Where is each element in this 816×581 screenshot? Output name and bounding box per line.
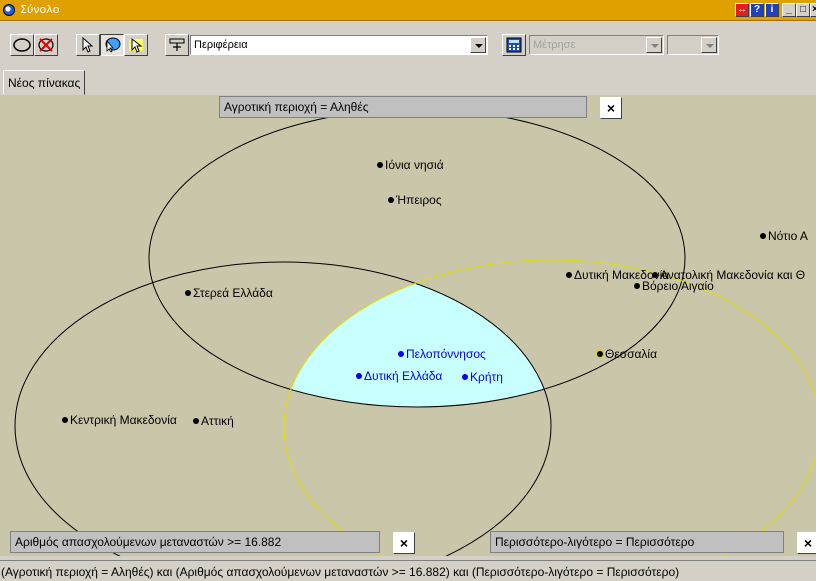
point-sterea-ellada[interactable]: Στερεά Ελλάδα: [185, 286, 273, 300]
point-marker: [62, 417, 68, 423]
tab-new-table[interactable]: Νέος πίνακας: [3, 70, 86, 95]
point-marker: [462, 374, 468, 380]
point-marker: [597, 351, 603, 357]
help-icon[interactable]: ?: [750, 3, 764, 17]
point-marker: [185, 290, 191, 296]
point-label: Κεντρική Μακεδονία: [70, 413, 177, 427]
point-peloponnisos[interactable]: Πελοπόννησος: [398, 347, 486, 361]
delete-ellipse-icon: [38, 38, 54, 52]
point-ionia[interactable]: Ιόνια νησιά: [377, 158, 444, 172]
ellipse-icon: [13, 38, 31, 52]
point-label: Πελοπόννησος: [406, 347, 486, 361]
point-marker: [398, 351, 404, 357]
point-marker: [377, 162, 383, 168]
point-attiki[interactable]: Αττική: [193, 414, 234, 428]
set-ellipse-right[interactable]: [283, 259, 816, 556]
point-label: Βόρειο Αιγαίο: [642, 279, 714, 293]
cursor-select-icon: [129, 37, 143, 53]
point-kentriki-makedonia[interactable]: Κεντρική Μακεδονία: [62, 413, 177, 427]
venn-canvas[interactable]: Αγροτική περιοχή = Αληθές × Αριθμός απασ…: [0, 95, 816, 556]
info-icon[interactable]: i: [765, 3, 779, 17]
intersection-region[interactable]: [284, 260, 816, 556]
tab-strip: Νέος πίνακας: [0, 67, 816, 95]
set-label-top[interactable]: Αγροτική περιοχή = Αληθές ×: [219, 96, 622, 119]
aggregation-select[interactable]: [667, 35, 719, 55]
chevron-down-icon[interactable]: [701, 37, 717, 53]
point-label: Αττική: [201, 414, 234, 428]
app-icon: [3, 4, 15, 16]
point-voreio-aigaio[interactable]: Βόρειο Αιγαίο: [634, 279, 714, 293]
table-filter-icon: [169, 38, 185, 51]
title-bar[interactable]: Σύνολο ↔ ? i _ □ ×: [0, 0, 816, 21]
calculator-icon: [506, 37, 522, 53]
set-label-top-text: Αγροτική περιοχή = Αληθές: [224, 100, 369, 114]
calculator-tool[interactable]: [502, 34, 526, 56]
select-region-tool[interactable]: [100, 34, 124, 56]
point-label: Νότιο Α: [768, 229, 808, 243]
point-marker: [388, 197, 394, 203]
region-select-value: Περιφέρεια: [194, 39, 248, 51]
region-select[interactable]: Περιφέρεια: [190, 35, 488, 55]
window-title: Σύνολο: [20, 3, 60, 16]
set-ellipse-left[interactable]: [14, 261, 552, 556]
maximize-button[interactable]: □: [796, 3, 810, 17]
close-icon[interactable]: ×: [600, 97, 622, 119]
point-label: Στερεά Ελλάδα: [193, 286, 273, 300]
pointer-tool[interactable]: [76, 34, 100, 56]
attribute-tool[interactable]: [165, 34, 189, 56]
point-label: Δυτική Ελλάδα: [364, 369, 443, 383]
set-label-right-text: Περισσότερο-λιγότερο = Περισσότερο: [495, 535, 695, 549]
point-notio[interactable]: Νότιο Α: [760, 229, 808, 243]
set-label-left[interactable]: Αριθμός απασχολούμενων μεταναστών >= 16.…: [10, 531, 415, 554]
point-label: Κρήτη: [470, 370, 503, 384]
close-window-button[interactable]: ×: [810, 3, 816, 17]
close-icon[interactable]: ×: [393, 532, 415, 554]
measure-select-value: Μέτρησε: [533, 39, 576, 51]
point-marker: [760, 233, 766, 239]
draw-ellipse-tool[interactable]: [10, 34, 34, 56]
point-ipeiros[interactable]: Ήπειρος: [388, 193, 442, 207]
measure-select[interactable]: Μέτρησε: [529, 35, 664, 55]
chevron-down-icon[interactable]: [646, 37, 662, 53]
point-marker: [566, 272, 572, 278]
point-marker: [634, 283, 640, 289]
point-label: Ιόνια νησιά: [385, 158, 444, 172]
point-label: Ήπειρος: [396, 193, 442, 207]
set-label-right[interactable]: Περισσότερο-λιγότερο = Περισσότερο ×: [490, 531, 816, 554]
point-marker: [652, 272, 658, 278]
status-bar: (Αγροτική περιοχή = Αληθές) και (Αριθμός…: [0, 560, 816, 581]
arrow-pointer-icon: [82, 37, 94, 53]
point-marker: [356, 373, 362, 379]
status-text: (Αγροτική περιοχή = Αληθές) και (Αριθμός…: [1, 565, 680, 579]
close-icon[interactable]: ×: [797, 532, 816, 554]
set-label-left-text: Αριθμός απασχολούμενων μεταναστών >= 16.…: [15, 535, 282, 549]
point-marker: [193, 418, 199, 424]
point-label: Θεσσαλία: [605, 347, 658, 361]
chevron-down-icon[interactable]: [470, 37, 486, 53]
toolbar: Περιφέρεια Μέτρησε: [0, 21, 816, 67]
highlight-tool[interactable]: [124, 34, 148, 56]
point-kriti[interactable]: Κρήτη: [462, 370, 503, 384]
select-region-icon: [105, 37, 121, 53]
delete-set-tool[interactable]: [34, 34, 58, 56]
point-thessalia[interactable]: Θεσσαλία: [597, 347, 657, 361]
restore-window-icon[interactable]: ↔: [735, 3, 749, 17]
point-dytiki-ellada[interactable]: Δυτική Ελλάδα: [356, 369, 442, 383]
minimize-button[interactable]: _: [782, 3, 796, 17]
